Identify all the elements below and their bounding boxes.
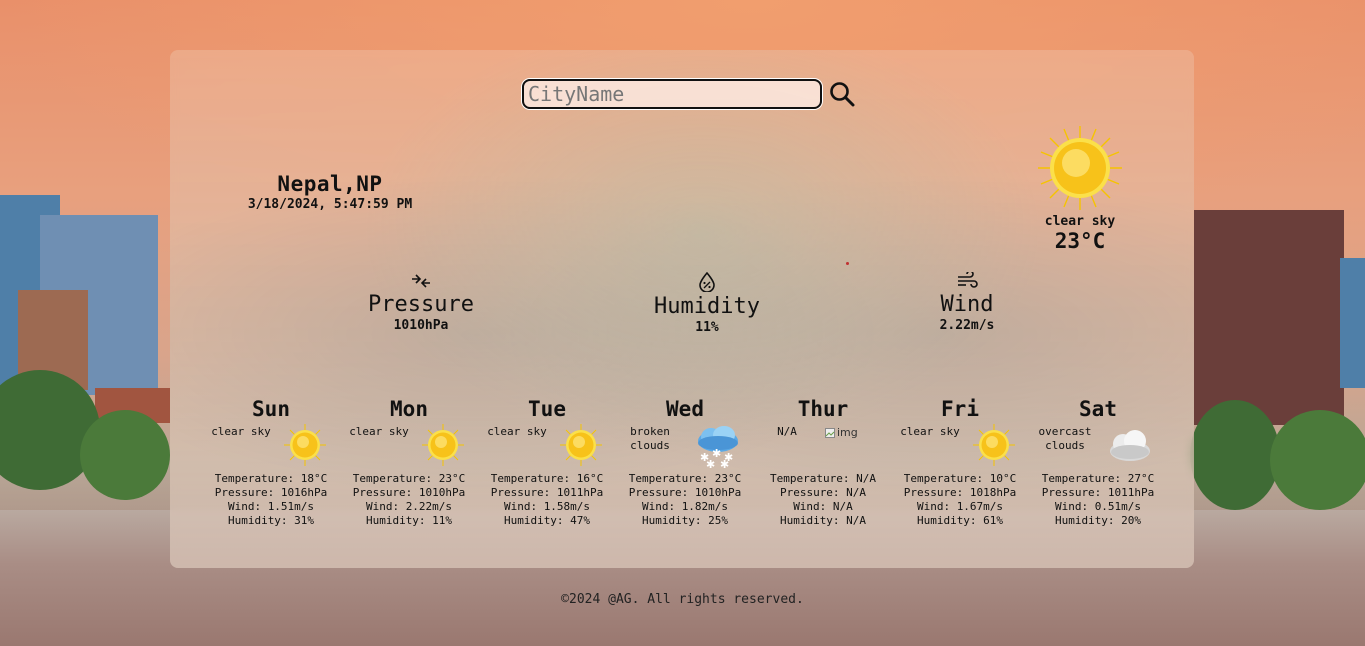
forecast-wind: Wind: 1.51m/s: [227, 500, 315, 513]
forecast-wind: Wind: 1.67m/s: [916, 500, 1004, 513]
forecast-day-name: Thur: [797, 397, 849, 421]
right-trees: [1190, 400, 1280, 510]
wind-value: 2.22m/s: [939, 318, 995, 333]
forecast-wind: Wind: 2.22m/s: [365, 500, 453, 513]
forecast-description: N/A: [777, 425, 797, 438]
footer-copyright: ©2024 @AG. All rights reserved.: [561, 592, 804, 607]
broken-image-alt: img: [837, 426, 858, 439]
forecast-wind: Wind: N/A: [793, 500, 853, 513]
sun-icon: [284, 424, 326, 466]
forecast-temperature: Temperature: 23°C: [628, 472, 742, 485]
weather-panel: Nepal,NP 3/18/2024, 5:47:59 PM clear sky…: [170, 50, 1194, 568]
forecast-day: Sun clear sky Temperature: 18°C Pressure…: [201, 397, 341, 528]
pressure-label: Pressure: [368, 292, 474, 317]
forecast-temperature: Temperature: 18°C: [214, 472, 328, 485]
forecast-description: clear sky: [487, 425, 547, 438]
forecast-day: Sat overcast clouds Temperature: 27°C Pr…: [1028, 397, 1168, 528]
current-description: clear sky: [1044, 214, 1116, 229]
forecast-day: Thur N/A img Temperature: N/A Pressure: …: [753, 397, 893, 528]
forecast-pressure: Pressure: 1018hPa: [903, 486, 1017, 499]
sun-icon: [1038, 126, 1122, 210]
forecast-day: Tue clear sky Temperature: 16°C Pressure…: [477, 397, 617, 528]
forecast-day-name: Wed: [666, 397, 704, 421]
current-temperature: 23°C: [1054, 229, 1106, 253]
forecast-humidity: Humidity: 11%: [365, 514, 453, 527]
forecast-temperature: Temperature: 16°C: [490, 472, 604, 485]
forecast-day: Wed broken clouds ✱ ✱ ✱ ✱ ✱ Temperature: 23°…: [615, 397, 755, 528]
forecast-temperature: Temperature: 27°C: [1041, 472, 1155, 485]
sun-icon: [560, 424, 602, 466]
forecast-day: Fri clear sky Temperature: 10°C Pressure…: [890, 397, 1030, 528]
forecast-description: clear sky: [211, 425, 271, 438]
forecast-pressure: Pressure: 1010hPa: [352, 486, 466, 499]
forecast-humidity: Humidity: 61%: [916, 514, 1004, 527]
forecast-pressure: Pressure: 1011hPa: [490, 486, 604, 499]
pressure-arrows-icon: [412, 274, 430, 288]
forecast-humidity: Humidity: 20%: [1054, 514, 1142, 527]
right-building: [1194, 210, 1344, 425]
forecast-description: clear sky: [349, 425, 409, 438]
forecast-humidity: Humidity: 47%: [503, 514, 591, 527]
forecast-day-name: Mon: [390, 397, 428, 421]
sun-icon: [422, 424, 464, 466]
forecast-description: overcast clouds: [1038, 425, 1092, 452]
svg-text:✱: ✱: [706, 458, 715, 469]
forecast-humidity: Humidity: 31%: [227, 514, 315, 527]
forecast-description: broken clouds: [630, 425, 670, 452]
sun-icon: [973, 424, 1015, 466]
forecast-pressure: Pressure: 1016hPa: [214, 486, 328, 499]
pressure-value: 1010hPa: [393, 318, 449, 333]
forecast-day-name: Sun: [252, 397, 290, 421]
right-trees: [1270, 410, 1365, 510]
snow-cloud-icon: ✱ ✱ ✱✱ ✱: [698, 426, 738, 469]
forecast-wind: Wind: 0.51m/s: [1054, 500, 1142, 513]
forecast-pressure: Pressure: N/A: [779, 486, 867, 499]
wind-icon: [958, 272, 978, 288]
left-trees: [80, 410, 170, 500]
date-time: 3/18/2024, 5:47:59 PM: [247, 197, 413, 212]
humidity-value: 11%: [695, 320, 719, 335]
forecast-description: clear sky: [900, 425, 960, 438]
search-icon: [830, 82, 855, 107]
forecast-day-name: Tue: [528, 397, 566, 421]
forecast-temperature: Temperature: N/A: [770, 472, 876, 485]
cloud-icon: [1110, 430, 1150, 461]
forecast-day: Mon clear sky Temperature: 23°C Pressure…: [339, 397, 479, 528]
forecast-humidity: Humidity: N/A: [779, 514, 867, 527]
forecast-temperature: Temperature: 23°C: [352, 472, 466, 485]
forecast-pressure: Pressure: 1010hPa: [628, 486, 742, 499]
forecast-day-name: Sat: [1079, 397, 1117, 421]
forecast-pressure: Pressure: 1011hPa: [1041, 486, 1155, 499]
broken-image-icon: img: [825, 426, 858, 439]
svg-text:✱: ✱: [720, 458, 729, 469]
location-block: Nepal,NP 3/18/2024, 5:47:59 PM: [210, 172, 450, 212]
wind-label: Wind: [940, 292, 994, 317]
humidity-drop-icon: [699, 272, 715, 292]
forecast-humidity: Humidity: 25%: [641, 514, 729, 527]
city-name: Nepal,NP: [277, 172, 383, 196]
pressure-stat: Pressure 1010hPa: [341, 272, 501, 333]
current-weather: clear sky 23°C: [1030, 124, 1130, 253]
city-search-input[interactable]: [522, 79, 822, 109]
right-building-2: [1340, 258, 1365, 388]
wind-stat: Wind 2.22m/s: [887, 272, 1047, 333]
humidity-stat: Humidity 11%: [627, 272, 787, 335]
search-bar: [522, 79, 856, 109]
search-button[interactable]: [828, 80, 856, 108]
forecast-day-name: Fri: [941, 397, 979, 421]
humidity-label: Humidity: [654, 294, 760, 319]
red-dot: [846, 262, 849, 265]
forecast-wind: Wind: 1.58m/s: [503, 500, 591, 513]
forecast-wind: Wind: 1.82m/s: [641, 500, 729, 513]
forecast-temperature: Temperature: 10°C: [903, 472, 1017, 485]
